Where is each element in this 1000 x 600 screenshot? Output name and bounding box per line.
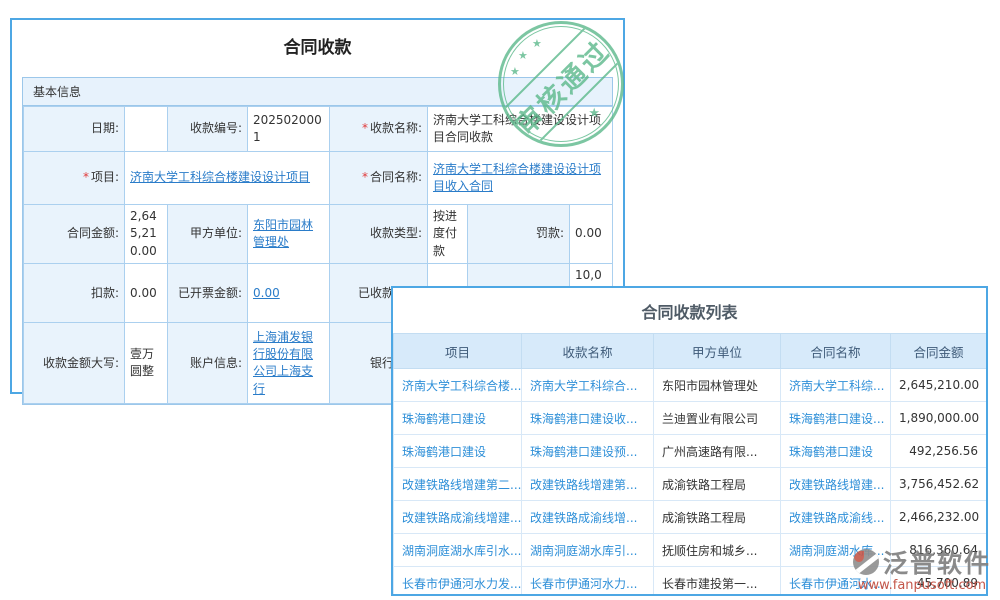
stamp-band: 审核通过 [498,21,624,147]
party-a-label: 甲方单位: [168,205,248,264]
star-icon: ★ [518,49,528,62]
penalty-label: 罚款: [468,205,570,264]
project-cell[interactable]: 改建铁路成渝线增建... [394,501,522,534]
contract-name-cell[interactable]: 改建铁路线增建... [781,468,891,501]
invoiced-amount-link[interactable]: 0.00 [253,286,280,300]
party-a-cell: 兰迪置业有限公司 [654,402,781,435]
contract-name-cell[interactable]: 济南大学工科综... [781,369,891,402]
contract-name-cell[interactable]: 改建铁路成渝线... [781,501,891,534]
project-link[interactable]: 济南大学工科综合楼建设设计项目 [130,170,310,184]
contract-name-cell[interactable]: 珠海鹤港口建设... [781,402,891,435]
project-cell[interactable]: 珠海鹤港口建设 [394,435,522,468]
star-icon: ★ [510,65,520,78]
table-row: 改建铁路线增建第二... 改建铁路线增建第... 成渝铁路工程局 改建铁路线增建… [394,468,987,501]
receipt-no-label: 收款编号: [168,107,248,152]
party-a-cell: 长春市建投第一... [654,567,781,597]
table-row: 改建铁路成渝线增建... 改建铁路成渝线增... 成渝铁路工程局 改建铁路成渝线… [394,501,987,534]
approval-stamp: 审核通过 ★ ★ ★ ★ [498,21,624,147]
table-row: 济南大学工科综合楼... 济南大学工科综合... 东阳市园林管理处 济南大学工科… [394,369,987,402]
receipt-name-cell[interactable]: 珠海鹤港口建设收... [522,402,654,435]
party-a-cell: 广州高速路有限... [654,435,781,468]
receipt-name-label: *收款名称: [330,107,428,152]
account-info-link[interactable]: 上海浦发银行股份有限公司上海支行 [253,330,313,396]
penalty-field[interactable]: 0.00 [570,205,613,264]
project-cell[interactable]: 珠海鹤港口建设 [394,402,522,435]
deduction-label: 扣款: [24,264,125,323]
party-a-link[interactable]: 东阳市园林管理处 [253,218,313,249]
project-cell[interactable]: 济南大学工科综合楼... [394,369,522,402]
required-marker: * [362,170,368,184]
column-header-contract-name: 合同名称 [781,334,891,369]
receipt-name-cell[interactable]: 湖南洞庭湖水库引... [522,534,654,567]
fanpu-logo-icon [853,549,879,575]
contract-amount-cell: 492,256.56 [891,435,987,468]
watermark-row: 泛普软件 [853,544,991,580]
receipt-name-cell[interactable]: 长春市伊通河水力... [522,567,654,597]
contract-name-cell[interactable]: 珠海鹤港口建设 [781,435,891,468]
account-info-field: 上海浦发银行股份有限公司上海支行 [248,323,330,404]
stamp-ring: 审核通过 [498,21,624,147]
contract-amount-cell: 2,466,232.00 [891,501,987,534]
contract-amount-cell: 2,645,210.00 [891,369,987,402]
star-icon: ★ [588,106,600,121]
watermark-url: www.fanpusoft.com [853,578,991,593]
form-row-amounts-1: 合同金额: 2,645,210.00 甲方单位: 东阳市园林管理处 收款类型: … [24,205,613,264]
table-row: 珠海鹤港口建设 珠海鹤港口建设收... 兰迪置业有限公司 珠海鹤港口建设... … [394,402,987,435]
invoiced-amount-label: 已开票金额: [168,264,248,323]
form-row-project: *项目: 济南大学工科综合楼建设设计项目 *合同名称: 济南大学工科综合楼建设设… [24,152,613,205]
column-header-receipt-name: 收款名称 [522,334,654,369]
contract-amount-cell: 3,756,452.62 [891,468,987,501]
account-info-label: 账户信息: [168,323,248,404]
amount-words-label: 收款金额大写: [24,323,125,404]
deduction-field[interactable]: 0.00 [125,264,168,323]
project-cell[interactable]: 改建铁路线增建第二... [394,468,522,501]
party-a-field: 东阳市园林管理处 [248,205,330,264]
date-label: 日期: [24,107,125,152]
star-icon: ★ [532,37,542,50]
required-marker: * [362,121,368,135]
receipt-type-label: 收款类型: [330,205,428,264]
stamp-text: 审核通过 [505,30,617,142]
party-a-cell: 抚顺住房和城乡... [654,534,781,567]
column-header-party-a: 甲方单位 [654,334,781,369]
column-header-project: 项目 [394,334,522,369]
party-a-cell: 成渝铁路工程局 [654,468,781,501]
project-field: 济南大学工科综合楼建设设计项目 [125,152,330,205]
invoiced-amount-field: 0.00 [248,264,330,323]
contract-name-link[interactable]: 济南大学工科综合楼建设设计项目收入合同 [433,162,601,193]
party-a-cell: 成渝铁路工程局 [654,501,781,534]
contract-amount-label: 合同金额: [24,205,125,264]
receipt-name-cell[interactable]: 改建铁路线增建第... [522,468,654,501]
receipt-no-field[interactable]: 2025020001 [248,107,330,152]
project-cell[interactable]: 长春市伊通河水力发... [394,567,522,597]
project-label: *项目: [24,152,125,205]
party-a-cell: 东阳市园林管理处 [654,369,781,402]
list-window-title: 合同收款列表 [393,288,986,333]
table-row: 珠海鹤港口建设 珠海鹤港口建设预... 广州高速路有限... 珠海鹤港口建设 4… [394,435,987,468]
receipt-name-cell[interactable]: 济南大学工科综合... [522,369,654,402]
date-field[interactable] [125,107,168,152]
list-header-row: 项目 收款名称 甲方单位 合同名称 合同金额 [394,334,987,369]
column-header-contract-amount: 合同金额 [891,334,987,369]
contract-name-field: 济南大学工科综合楼建设设计项目收入合同 [428,152,613,205]
contract-amount-field: 2,645,210.00 [125,205,168,264]
fanpu-watermark: 泛普软件 www.fanpusoft.com [853,544,991,593]
project-cell[interactable]: 湖南洞庭湖水库引水... [394,534,522,567]
receipt-name-cell[interactable]: 改建铁路成渝线增... [522,501,654,534]
receipt-type-field[interactable]: 按进度付款 [428,205,468,264]
amount-words-field: 壹万圆整 [125,323,168,404]
receipt-name-cell[interactable]: 珠海鹤港口建设预... [522,435,654,468]
required-marker: * [83,170,89,184]
watermark-brand: 泛普软件 [883,544,991,580]
contract-amount-cell: 1,890,000.00 [891,402,987,435]
contract-name-label: *合同名称: [330,152,428,205]
